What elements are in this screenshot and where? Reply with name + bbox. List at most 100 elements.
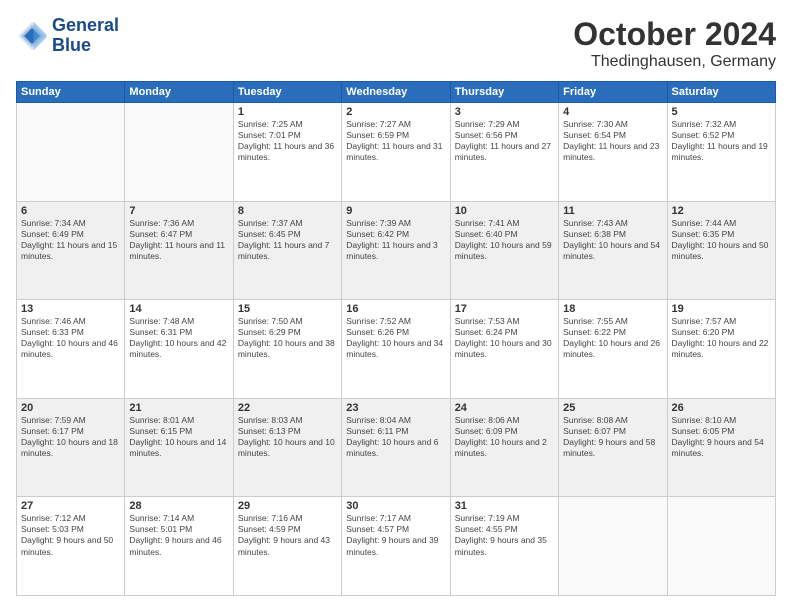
table-row: 24Sunrise: 8:06 AMSunset: 6:09 PMDayligh… — [450, 398, 558, 497]
table-row: 23Sunrise: 8:04 AMSunset: 6:11 PMDayligh… — [342, 398, 450, 497]
table-row: 20Sunrise: 7:59 AMSunset: 6:17 PMDayligh… — [17, 398, 125, 497]
day-detail: Sunrise: 7:14 AMSunset: 5:01 PMDaylight:… — [129, 513, 228, 557]
table-row: 9Sunrise: 7:39 AMSunset: 6:42 PMDaylight… — [342, 201, 450, 300]
day-detail: Sunrise: 8:04 AMSunset: 6:11 PMDaylight:… — [346, 415, 445, 459]
week-row-5: 27Sunrise: 7:12 AMSunset: 5:03 PMDayligh… — [17, 497, 776, 596]
day-number: 22 — [238, 402, 337, 414]
day-number: 28 — [129, 500, 228, 512]
week-row-1: 1Sunrise: 7:25 AMSunset: 7:01 PMDaylight… — [17, 103, 776, 202]
day-number: 5 — [672, 106, 771, 118]
day-number: 29 — [238, 500, 337, 512]
day-detail: Sunrise: 8:06 AMSunset: 6:09 PMDaylight:… — [455, 415, 554, 459]
day-detail: Sunrise: 7:27 AMSunset: 6:59 PMDaylight:… — [346, 119, 445, 163]
location: Thedinghausen, Germany — [573, 53, 776, 71]
day-number: 13 — [21, 303, 120, 315]
table-row — [559, 497, 667, 596]
title-section: October 2024 Thedinghausen, Germany — [573, 16, 776, 71]
day-detail: Sunrise: 7:19 AMSunset: 4:55 PMDaylight:… — [455, 513, 554, 557]
col-saturday: Saturday — [667, 82, 775, 103]
col-monday: Monday — [125, 82, 233, 103]
table-row: 30Sunrise: 7:17 AMSunset: 4:57 PMDayligh… — [342, 497, 450, 596]
day-detail: Sunrise: 7:29 AMSunset: 6:56 PMDaylight:… — [455, 119, 554, 163]
day-detail: Sunrise: 7:36 AMSunset: 6:47 PMDaylight:… — [129, 218, 228, 262]
day-number: 6 — [21, 205, 120, 217]
day-number: 10 — [455, 205, 554, 217]
logo: General Blue — [16, 16, 119, 56]
table-row: 17Sunrise: 7:53 AMSunset: 6:24 PMDayligh… — [450, 300, 558, 399]
day-detail: Sunrise: 7:12 AMSunset: 5:03 PMDaylight:… — [21, 513, 120, 557]
month-title: October 2024 — [573, 16, 776, 53]
table-row: 11Sunrise: 7:43 AMSunset: 6:38 PMDayligh… — [559, 201, 667, 300]
day-number: 26 — [672, 402, 771, 414]
day-detail: Sunrise: 7:50 AMSunset: 6:29 PMDaylight:… — [238, 316, 337, 360]
table-row: 15Sunrise: 7:50 AMSunset: 6:29 PMDayligh… — [233, 300, 341, 399]
day-detail: Sunrise: 7:52 AMSunset: 6:26 PMDaylight:… — [346, 316, 445, 360]
day-detail: Sunrise: 8:08 AMSunset: 6:07 PMDaylight:… — [563, 415, 662, 459]
day-detail: Sunrise: 7:43 AMSunset: 6:38 PMDaylight:… — [563, 218, 662, 262]
table-row: 19Sunrise: 7:57 AMSunset: 6:20 PMDayligh… — [667, 300, 775, 399]
day-number: 24 — [455, 402, 554, 414]
table-row: 1Sunrise: 7:25 AMSunset: 7:01 PMDaylight… — [233, 103, 341, 202]
day-detail: Sunrise: 7:53 AMSunset: 6:24 PMDaylight:… — [455, 316, 554, 360]
table-row: 27Sunrise: 7:12 AMSunset: 5:03 PMDayligh… — [17, 497, 125, 596]
col-tuesday: Tuesday — [233, 82, 341, 103]
week-row-3: 13Sunrise: 7:46 AMSunset: 6:33 PMDayligh… — [17, 300, 776, 399]
table-row: 16Sunrise: 7:52 AMSunset: 6:26 PMDayligh… — [342, 300, 450, 399]
col-sunday: Sunday — [17, 82, 125, 103]
day-number: 8 — [238, 205, 337, 217]
table-row: 18Sunrise: 7:55 AMSunset: 6:22 PMDayligh… — [559, 300, 667, 399]
table-row: 14Sunrise: 7:48 AMSunset: 6:31 PMDayligh… — [125, 300, 233, 399]
table-row: 31Sunrise: 7:19 AMSunset: 4:55 PMDayligh… — [450, 497, 558, 596]
week-row-4: 20Sunrise: 7:59 AMSunset: 6:17 PMDayligh… — [17, 398, 776, 497]
table-row: 4Sunrise: 7:30 AMSunset: 6:54 PMDaylight… — [559, 103, 667, 202]
day-detail: Sunrise: 7:25 AMSunset: 7:01 PMDaylight:… — [238, 119, 337, 163]
table-row: 2Sunrise: 7:27 AMSunset: 6:59 PMDaylight… — [342, 103, 450, 202]
day-number: 17 — [455, 303, 554, 315]
day-detail: Sunrise: 7:30 AMSunset: 6:54 PMDaylight:… — [563, 119, 662, 163]
day-detail: Sunrise: 7:59 AMSunset: 6:17 PMDaylight:… — [21, 415, 120, 459]
table-row — [125, 103, 233, 202]
day-detail: Sunrise: 7:46 AMSunset: 6:33 PMDaylight:… — [21, 316, 120, 360]
table-row: 7Sunrise: 7:36 AMSunset: 6:47 PMDaylight… — [125, 201, 233, 300]
col-wednesday: Wednesday — [342, 82, 450, 103]
day-detail: Sunrise: 7:55 AMSunset: 6:22 PMDaylight:… — [563, 316, 662, 360]
day-detail: Sunrise: 7:41 AMSunset: 6:40 PMDaylight:… — [455, 218, 554, 262]
day-number: 30 — [346, 500, 445, 512]
day-number: 27 — [21, 500, 120, 512]
header-row: Sunday Monday Tuesday Wednesday Thursday… — [17, 82, 776, 103]
day-detail: Sunrise: 7:16 AMSunset: 4:59 PMDaylight:… — [238, 513, 337, 557]
header: General Blue October 2024 Thedinghausen,… — [16, 16, 776, 71]
day-detail: Sunrise: 8:01 AMSunset: 6:15 PMDaylight:… — [129, 415, 228, 459]
week-row-2: 6Sunrise: 7:34 AMSunset: 6:49 PMDaylight… — [17, 201, 776, 300]
day-number: 18 — [563, 303, 662, 315]
day-detail: Sunrise: 7:39 AMSunset: 6:42 PMDaylight:… — [346, 218, 445, 262]
table-row: 8Sunrise: 7:37 AMSunset: 6:45 PMDaylight… — [233, 201, 341, 300]
calendar-table: Sunday Monday Tuesday Wednesday Thursday… — [16, 81, 776, 596]
day-number: 11 — [563, 205, 662, 217]
col-friday: Friday — [559, 82, 667, 103]
day-number: 9 — [346, 205, 445, 217]
day-number: 4 — [563, 106, 662, 118]
day-number: 15 — [238, 303, 337, 315]
day-detail: Sunrise: 7:44 AMSunset: 6:35 PMDaylight:… — [672, 218, 771, 262]
table-row: 12Sunrise: 7:44 AMSunset: 6:35 PMDayligh… — [667, 201, 775, 300]
table-row — [667, 497, 775, 596]
table-row: 28Sunrise: 7:14 AMSunset: 5:01 PMDayligh… — [125, 497, 233, 596]
day-number: 23 — [346, 402, 445, 414]
day-detail: Sunrise: 7:17 AMSunset: 4:57 PMDaylight:… — [346, 513, 445, 557]
table-row: 22Sunrise: 8:03 AMSunset: 6:13 PMDayligh… — [233, 398, 341, 497]
day-number: 12 — [672, 205, 771, 217]
page: General Blue October 2024 Thedinghausen,… — [0, 0, 792, 612]
logo-icon — [16, 20, 48, 52]
day-detail: Sunrise: 7:57 AMSunset: 6:20 PMDaylight:… — [672, 316, 771, 360]
table-row: 26Sunrise: 8:10 AMSunset: 6:05 PMDayligh… — [667, 398, 775, 497]
table-row: 6Sunrise: 7:34 AMSunset: 6:49 PMDaylight… — [17, 201, 125, 300]
day-detail: Sunrise: 7:48 AMSunset: 6:31 PMDaylight:… — [129, 316, 228, 360]
day-detail: Sunrise: 7:37 AMSunset: 6:45 PMDaylight:… — [238, 218, 337, 262]
day-detail: Sunrise: 7:34 AMSunset: 6:49 PMDaylight:… — [21, 218, 120, 262]
day-number: 19 — [672, 303, 771, 315]
day-number: 1 — [238, 106, 337, 118]
day-number: 7 — [129, 205, 228, 217]
table-row: 5Sunrise: 7:32 AMSunset: 6:52 PMDaylight… — [667, 103, 775, 202]
day-detail: Sunrise: 8:03 AMSunset: 6:13 PMDaylight:… — [238, 415, 337, 459]
